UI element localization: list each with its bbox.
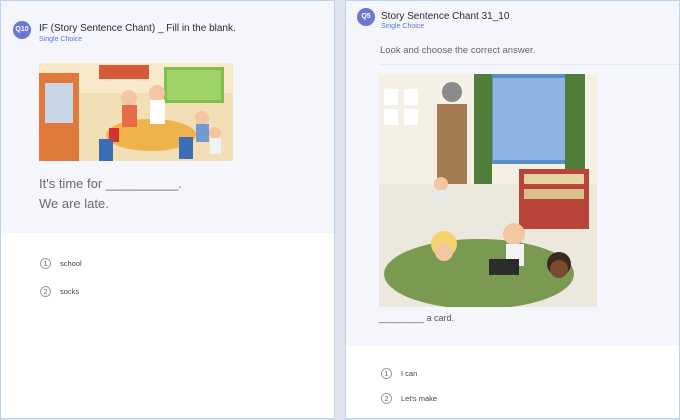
- art-class-illustration: [379, 74, 597, 307]
- sentence-line-1: It's time for __________.: [39, 176, 182, 191]
- answer-option-2[interactable]: 2 Let's make: [381, 391, 437, 405]
- question-number-badge: Q5: [357, 8, 375, 26]
- option-text: Let's make: [401, 393, 438, 403]
- option-number: 1: [40, 257, 51, 269]
- blank-sentence: _________ a card.: [379, 313, 455, 323]
- answer-option-2[interactable]: 2 socks: [40, 284, 79, 298]
- question-card-q5: Q5 Story Sentence Chant 31_10 Single Cho…: [345, 0, 680, 419]
- question-type-label: Single Choice: [39, 36, 83, 43]
- option-text: school: [60, 258, 82, 268]
- question-card-q10: Q10 IF (Story Sentence Chant) _ Fill in …: [0, 0, 335, 419]
- question-instruction: Look and choose the correct answer.: [380, 45, 536, 56]
- answer-option-1[interactable]: 1 school: [40, 256, 82, 270]
- answer-option-1[interactable]: 1 I can: [381, 366, 417, 380]
- question-title: IF (Story Sentence Chant) _ Fill in the …: [39, 23, 236, 34]
- kitchen-scene-illustration: [39, 63, 233, 161]
- option-number: 2: [381, 392, 392, 404]
- question-type-label: Single Choice: [381, 23, 425, 30]
- option-text: socks: [60, 286, 80, 296]
- question-number-badge: Q10: [13, 21, 31, 39]
- question-title: Story Sentence Chant 31_10: [381, 11, 510, 22]
- divider: [380, 64, 679, 65]
- option-number: 1: [381, 367, 392, 379]
- option-text: I can: [401, 368, 418, 378]
- option-number: 2: [40, 285, 51, 297]
- sentence-line-2: We are late.: [39, 196, 109, 211]
